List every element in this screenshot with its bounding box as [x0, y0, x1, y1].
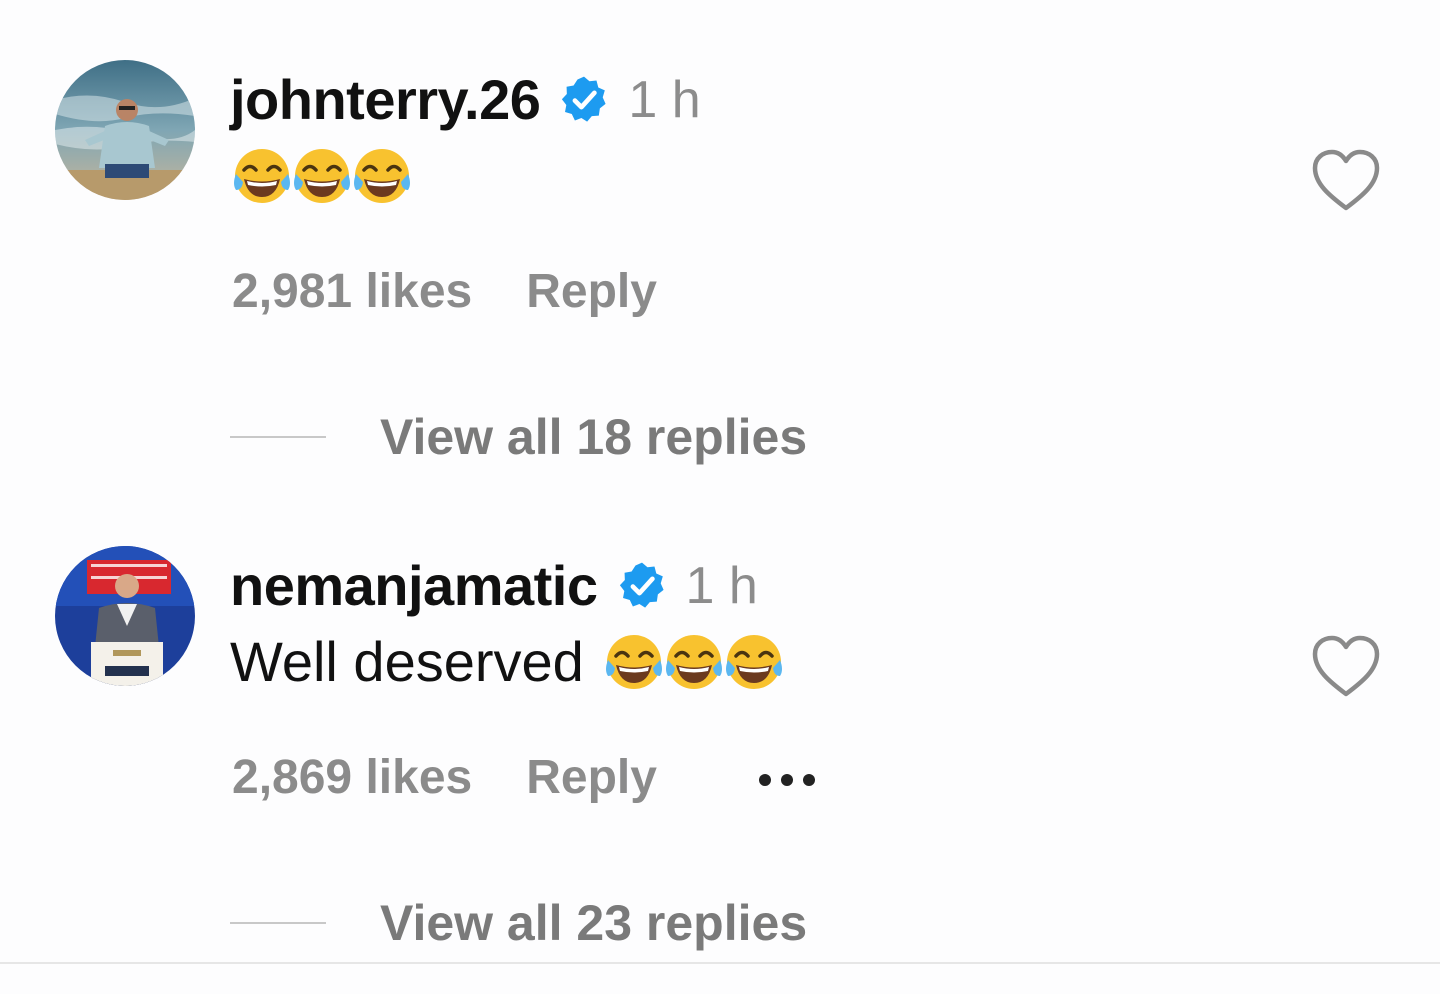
emoji-group	[602, 632, 782, 692]
comment-message: Well deserved	[230, 630, 584, 693]
emoji-group	[230, 146, 410, 206]
avatar[interactable]	[55, 60, 195, 200]
comment-text	[230, 146, 410, 206]
like-heart-icon[interactable]	[1310, 148, 1382, 214]
replies-divider	[230, 922, 326, 924]
like-count[interactable]: 2,981 likes	[232, 268, 472, 316]
like-count[interactable]: 2,869 likes	[232, 754, 472, 802]
comment-actions: 2,869 likes Reply	[232, 754, 815, 802]
replies-divider	[230, 436, 326, 438]
reply-button[interactable]: Reply	[526, 268, 657, 316]
timestamp: 1 h	[628, 71, 701, 129]
tears-of-joy-emoji-icon	[722, 632, 786, 692]
verified-badge-icon	[558, 74, 610, 126]
view-replies-row: View all 23 replies	[230, 898, 807, 948]
tears-of-joy-emoji-icon	[602, 632, 666, 692]
verified-badge-icon	[616, 560, 668, 612]
avatar[interactable]	[55, 546, 195, 686]
tears-of-joy-emoji-icon	[662, 632, 726, 692]
comment-header: johnterry.26 1 h	[230, 72, 701, 128]
comment-actions: 2,981 likes Reply	[232, 268, 657, 316]
view-replies-button[interactable]: View all 23 replies	[380, 898, 807, 948]
comment-text: Well deserved	[230, 632, 782, 692]
tears-of-joy-emoji-icon	[350, 146, 414, 206]
view-replies-button[interactable]: View all 18 replies	[380, 412, 807, 462]
bottom-divider	[0, 962, 1440, 964]
timestamp: 1 h	[685, 557, 758, 615]
view-replies-row: View all 18 replies	[230, 412, 807, 462]
tears-of-joy-emoji-icon	[230, 146, 294, 206]
reply-button[interactable]: Reply	[526, 754, 657, 802]
like-heart-icon[interactable]	[1310, 634, 1382, 700]
tears-of-joy-emoji-icon	[290, 146, 354, 206]
username[interactable]: johnterry.26	[230, 72, 541, 128]
more-options-icon[interactable]	[758, 770, 815, 786]
comment-header: nemanjamatic 1 h	[230, 558, 758, 614]
username[interactable]: nemanjamatic	[230, 558, 598, 614]
